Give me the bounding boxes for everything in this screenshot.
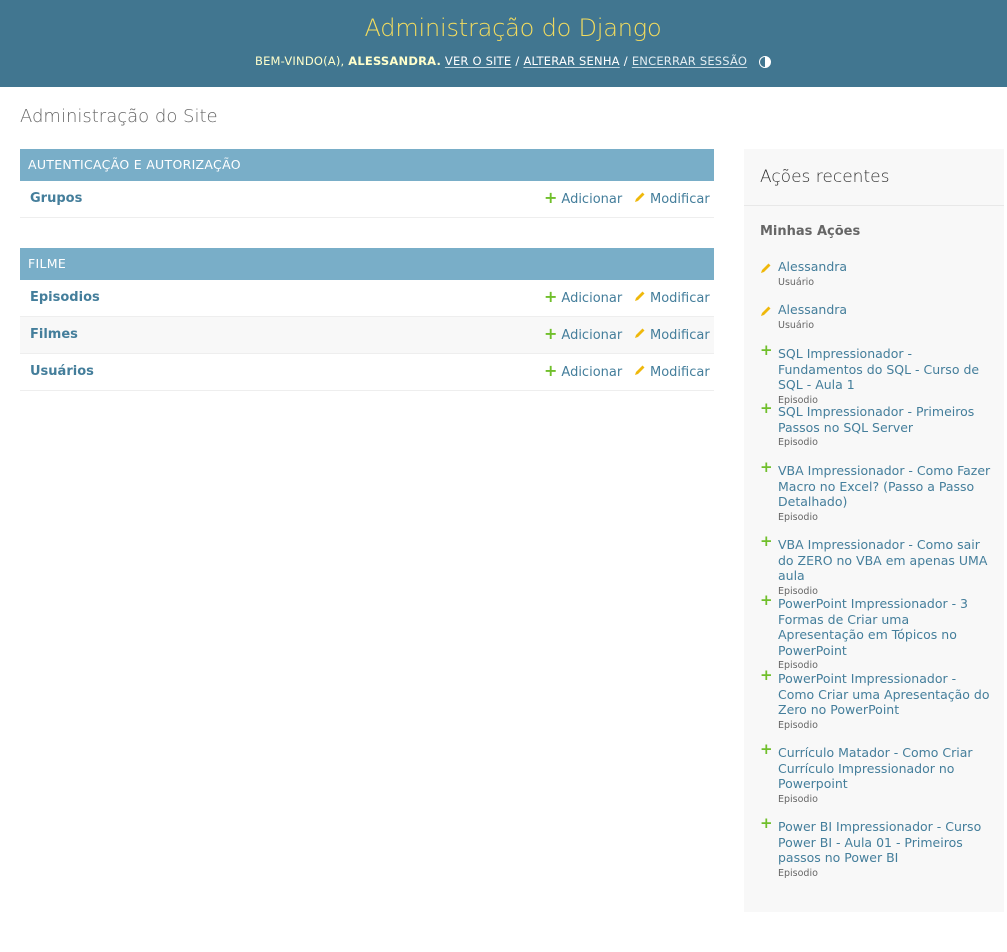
recent-action-type: Episodio	[778, 660, 818, 671]
add-label: Adicionar	[561, 291, 623, 306]
recent-action-link[interactable]: VBA Impressionador - Como sair do ZERO n…	[778, 537, 992, 584]
recent-action-item: + PowerPoint Impressionador - Como Criar…	[760, 666, 992, 731]
change-label: Modificar	[650, 192, 710, 207]
change-link[interactable]: Modificar	[634, 327, 710, 343]
recent-action-type: Episodio	[778, 437, 818, 448]
recent-action-item: + Power BI Impressionador - Curso Power …	[760, 814, 992, 879]
plus-icon: +	[760, 458, 773, 476]
recent-action-link[interactable]: Power BI Impressionador - Curso Power BI…	[778, 819, 992, 866]
model-link[interactable]: Grupos	[30, 191, 82, 206]
model-link[interactable]: Usuários	[30, 364, 94, 379]
recent-action-link[interactable]: PowerPoint Impressionador - Como Criar u…	[778, 671, 992, 718]
recent-action-item: + Currículo Matador - Como Criar Currícu…	[760, 740, 992, 805]
plus-icon: +	[544, 287, 558, 306]
change-link[interactable]: Modificar	[634, 364, 710, 380]
change-label: Modificar	[650, 291, 710, 306]
logout-link[interactable]: ENCERRAR SESSÃO	[632, 54, 747, 68]
recent-action-link[interactable]: PowerPoint Impressionador - 3 Formas de …	[778, 596, 992, 658]
recent-action-link[interactable]: Alessandra	[778, 302, 992, 318]
recent-action-type: Episodio	[778, 793, 818, 805]
divider	[744, 205, 1004, 206]
view-site-link[interactable]: VER O SITE	[445, 54, 511, 68]
user-tools: BEM-VINDO(A), ALESSANDRA. VER O SITE / ALT…	[0, 54, 1007, 68]
site-header: Administração do Django BEM-VINDO(A), AL…	[0, 0, 1007, 87]
module-filme: FILME Episodios + Adicionar Modificar Fil…	[20, 248, 714, 391]
model-row-episodios: Episodios + Adicionar Modificar	[20, 280, 714, 317]
recent-action-type: Episodio	[778, 585, 818, 597]
pencil-icon	[634, 290, 648, 306]
theme-toggle-icon[interactable]	[758, 56, 771, 68]
username: ALESSANDRA.	[348, 54, 442, 68]
pencil-icon	[634, 364, 648, 380]
plus-icon: +	[544, 188, 558, 207]
recent-action-type: Episodio	[778, 511, 818, 523]
plus-icon: +	[760, 341, 773, 359]
change-label: Modificar	[650, 328, 710, 343]
add-link[interactable]: + Adicionar	[544, 361, 623, 381]
recent-action-type: Episodio	[778, 867, 818, 879]
separator: /	[623, 54, 628, 68]
recent-action-item: Alessandra Usuário	[760, 302, 992, 331]
pencil-icon	[634, 327, 648, 343]
plus-icon: +	[760, 666, 773, 684]
module-auth: AUTENTICAÇÃO E AUTORIZAÇÃO Grupos + Adici…	[20, 149, 714, 218]
page-title: Administração do Site	[20, 106, 218, 127]
add-label: Adicionar	[561, 192, 623, 207]
plus-icon: +	[760, 591, 773, 609]
recent-action-item: + SQL Impressionador - Primeiros Passos …	[760, 399, 992, 449]
my-actions-subtitle: Minhas Ações	[760, 224, 861, 239]
add-link[interactable]: + Adicionar	[544, 287, 623, 307]
recent-action-item: + VBA Impressionador - Como sair do ZERO…	[760, 532, 992, 597]
model-row-usuarios: Usuários + Adicionar Modificar	[20, 354, 714, 391]
plus-icon: +	[760, 740, 773, 758]
add-label: Adicionar	[561, 365, 623, 380]
recent-action-type: Usuário	[778, 276, 815, 288]
recent-action-link[interactable]: SQL Impressionador - Primeiros Passos no…	[778, 404, 992, 435]
model-row-grupos: Grupos + Adicionar Modificar	[20, 181, 714, 218]
pencil-icon	[760, 259, 772, 278]
module-caption[interactable]: FILME	[20, 248, 714, 280]
recent-action-type: Usuário	[778, 319, 815, 331]
recent-actions-panel: Ações recentes Minhas Ações Alessandra U…	[744, 149, 1004, 912]
add-label: Adicionar	[561, 328, 623, 343]
model-link[interactable]: Episodios	[30, 290, 100, 305]
site-title[interactable]: Administração do Django	[0, 14, 1007, 42]
plus-icon: +	[760, 532, 773, 550]
recent-actions-title: Ações recentes	[760, 167, 890, 187]
recent-action-link[interactable]: VBA Impressionador - Como Fazer Macro no…	[778, 463, 992, 510]
recent-action-item: Alessandra Usuário	[760, 259, 992, 288]
module-caption[interactable]: AUTENTICAÇÃO E AUTORIZAÇÃO	[20, 149, 714, 181]
plus-icon: +	[760, 399, 773, 417]
change-label: Modificar	[650, 365, 710, 380]
recent-action-item: + PowerPoint Impressionador - 3 Formas d…	[760, 591, 992, 672]
add-link[interactable]: + Adicionar	[544, 324, 623, 344]
plus-icon: +	[760, 814, 773, 832]
change-password-link[interactable]: ALTERAR SENHA	[523, 54, 619, 68]
recent-action-link[interactable]: Alessandra	[778, 259, 992, 275]
recent-action-link[interactable]: SQL Impressionador - Fundamentos do SQL …	[778, 346, 992, 393]
recent-action-link[interactable]: Currículo Matador - Como Criar Currículo…	[778, 745, 992, 792]
add-link[interactable]: + Adicionar	[544, 188, 623, 208]
change-link[interactable]: Modificar	[634, 191, 710, 207]
model-row-filmes: Filmes + Adicionar Modificar	[20, 317, 714, 354]
recent-action-item: + SQL Impressionador - Fundamentos do SQ…	[760, 341, 992, 406]
recent-action-item: + VBA Impressionador - Como Fazer Macro …	[760, 458, 992, 523]
welcome-text: BEM-VINDO(A),	[255, 54, 345, 68]
recent-action-type: Episodio	[778, 719, 818, 731]
plus-icon: +	[544, 361, 558, 380]
plus-icon: +	[544, 324, 558, 343]
change-link[interactable]: Modificar	[634, 290, 710, 306]
separator: /	[515, 54, 520, 68]
model-link[interactable]: Filmes	[30, 327, 78, 342]
pencil-icon	[760, 302, 772, 321]
pencil-icon	[634, 191, 648, 207]
